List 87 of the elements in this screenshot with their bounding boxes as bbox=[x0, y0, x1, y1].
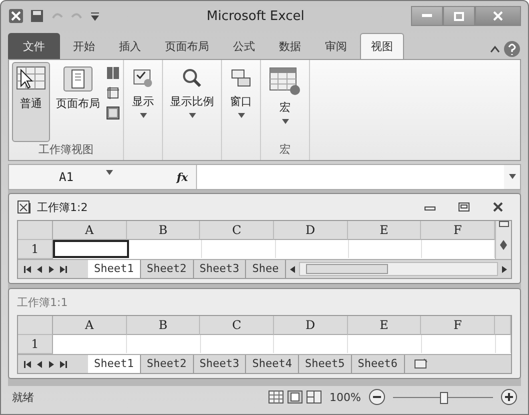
column-header[interactable]: A bbox=[53, 221, 127, 240]
grid-cursor-icon bbox=[16, 66, 46, 92]
help-icon[interactable] bbox=[503, 39, 521, 59]
column-header[interactable]: D bbox=[274, 221, 348, 240]
close-button[interactable] bbox=[475, 6, 521, 26]
ribbon-button[interactable]: 显示比例 bbox=[166, 62, 218, 142]
ribbon-tab[interactable]: 视图 bbox=[360, 33, 404, 59]
zoom-slider[interactable] bbox=[393, 392, 493, 402]
normal-view-icon[interactable] bbox=[268, 390, 284, 404]
workbook-title: 工作簿1:1 bbox=[17, 294, 69, 310]
excel-logo-icon[interactable] bbox=[8, 8, 24, 24]
custom-view-icon[interactable] bbox=[106, 86, 120, 100]
group-label: 宏 bbox=[280, 143, 290, 156]
minus-icon bbox=[373, 396, 381, 398]
workbook-icon bbox=[17, 200, 33, 214]
restore-icon[interactable] bbox=[458, 202, 470, 212]
sheet-tab[interactable]: Sheet6 bbox=[352, 355, 404, 373]
column-header[interactable]: E bbox=[348, 221, 422, 240]
workbook-title: 工作簿1:2 bbox=[37, 200, 89, 214]
status-text: 就绪 bbox=[12, 390, 35, 404]
maximize-button[interactable] bbox=[443, 6, 475, 26]
zoom-out-button[interactable] bbox=[369, 389, 385, 405]
cell[interactable] bbox=[53, 240, 130, 258]
sheet-tab[interactable]: Sheet4 bbox=[246, 355, 299, 373]
caret-icon[interactable] bbox=[140, 113, 146, 118]
column-header[interactable]: F bbox=[421, 221, 496, 240]
prev-sheet-icon[interactable] bbox=[36, 360, 43, 368]
ribbon-button[interactable]: 显示 bbox=[127, 62, 159, 142]
prev-sheet-icon[interactable] bbox=[36, 266, 43, 272]
page-icon bbox=[63, 66, 93, 92]
window-title: Microsoft Excel bbox=[206, 8, 306, 24]
sheet-tab[interactable]: Sheet3 bbox=[194, 260, 246, 278]
full-screen-icon[interactable] bbox=[106, 106, 120, 120]
column-header[interactable]: C bbox=[200, 221, 274, 240]
split-box[interactable] bbox=[495, 221, 512, 240]
last-sheet-icon[interactable] bbox=[60, 360, 67, 368]
group-label: 工作簿视图 bbox=[38, 143, 94, 156]
caret-icon[interactable] bbox=[238, 113, 244, 118]
column-header[interactable]: B bbox=[126, 221, 200, 240]
last-sheet-icon[interactable] bbox=[60, 266, 67, 272]
first-sheet-icon[interactable] bbox=[24, 360, 31, 368]
ribbon-tab[interactable]: 开始 bbox=[62, 33, 106, 59]
ribbon-tab[interactable]: 审阅 bbox=[314, 33, 358, 59]
page-break-icon[interactable] bbox=[306, 390, 322, 404]
sheet-tab[interactable]: Sheet5 bbox=[299, 355, 352, 373]
macro-sheet-icon bbox=[268, 66, 302, 96]
scroll-down-icon[interactable] bbox=[500, 245, 508, 250]
close-icon bbox=[493, 11, 503, 21]
sheet-tab[interactable]: Shee bbox=[246, 260, 286, 278]
close-icon[interactable] bbox=[492, 202, 504, 212]
next-sheet-icon[interactable] bbox=[48, 266, 55, 272]
maximize-icon bbox=[454, 12, 464, 20]
ribbon-tab[interactable]: 文件 bbox=[8, 33, 60, 59]
sheet-tab[interactable]: Sheet2 bbox=[140, 260, 194, 278]
ribbon-button[interactable]: 宏 bbox=[264, 62, 306, 142]
page-break-icon[interactable] bbox=[106, 66, 120, 80]
next-sheet-icon[interactable] bbox=[48, 360, 55, 368]
vertical-scrollbar[interactable] bbox=[495, 240, 512, 259]
sheet-tab[interactable]: Sheet1 bbox=[88, 355, 141, 373]
first-sheet-icon[interactable] bbox=[24, 266, 31, 272]
ribbon-button[interactable]: 普通 bbox=[12, 62, 50, 142]
ribbon-button[interactable]: 页面布局 bbox=[52, 62, 104, 142]
ribbon-tab[interactable]: 页面布局 bbox=[154, 33, 220, 59]
header-filler bbox=[495, 316, 512, 335]
scroll-left-icon[interactable] bbox=[288, 266, 296, 272]
caret-icon[interactable] bbox=[282, 119, 288, 124]
ribbon-tab[interactable]: 公式 bbox=[222, 33, 266, 59]
save-icon[interactable] bbox=[30, 9, 44, 23]
plus-icon bbox=[505, 393, 513, 401]
zoom-level[interactable]: 100% bbox=[330, 390, 361, 404]
magnifier-icon bbox=[180, 66, 204, 90]
caret-icon[interactable] bbox=[188, 113, 196, 118]
row-header[interactable]: 1 bbox=[18, 240, 53, 259]
zoom-in-button[interactable] bbox=[501, 389, 517, 405]
page-layout-icon[interactable] bbox=[286, 390, 303, 404]
sheet-tab[interactable]: Sheet3 bbox=[194, 355, 246, 373]
ribbon-tab[interactable]: 数据 bbox=[268, 33, 312, 59]
insert-sheet-icon[interactable] bbox=[412, 358, 428, 370]
minimize-button[interactable] bbox=[411, 6, 443, 26]
minimize-icon bbox=[422, 14, 432, 18]
ribbon-tab[interactable]: 插入 bbox=[108, 33, 152, 59]
dropdown-icon[interactable] bbox=[90, 10, 100, 22]
slider-thumb[interactable] bbox=[440, 392, 448, 404]
sheet-tab[interactable]: Sheet1 bbox=[88, 260, 141, 278]
ribbon-button[interactable]: 窗口 bbox=[225, 62, 257, 142]
sheet-tab[interactable]: Sheet2 bbox=[140, 355, 194, 373]
scroll-right-icon[interactable] bbox=[501, 266, 508, 272]
